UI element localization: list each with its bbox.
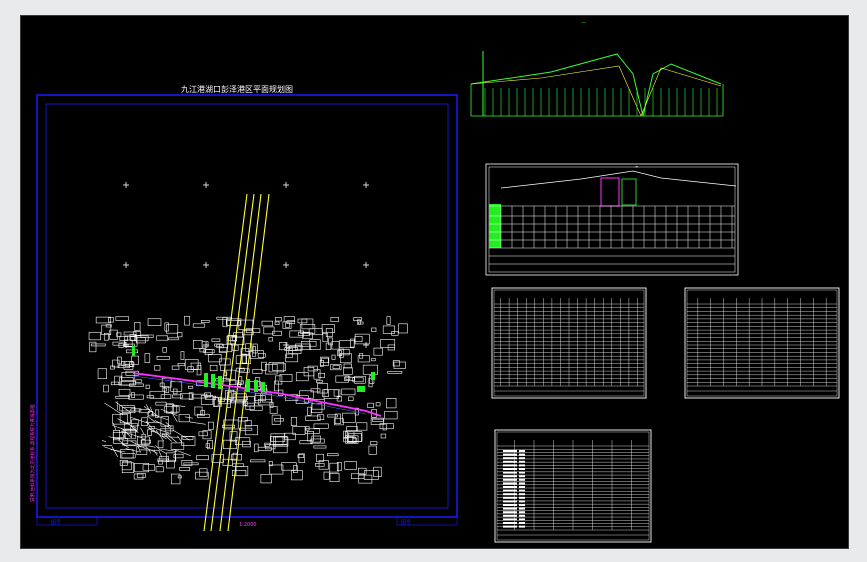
tables-layer [491,287,840,543]
plan-side-note: 说明:坐标系统为北京坐标系,高程系统为黄海高程 [29,404,36,502]
cad-drawing-canvas[interactable]: 九江港湖口彭泽港区平面规划图 说明:坐标系统为北京坐标系,高程系统为黄海高程 1… [20,15,849,549]
plan-title: 九江港湖口彭泽港区平面规划图 [181,84,293,94]
plan-scale-label: 1:2000 [239,522,257,528]
plan-sheet: 九江港湖口彭泽港区平面规划图 说明:坐标系统为北京坐标系,高程系统为黄海高程 1… [29,84,458,532]
svg-text:—: — [581,20,586,26]
profile-green: — [470,20,724,117]
drawing-svg: 九江港湖口彭泽港区平面规划图 说明:坐标系统为北京坐标系,高程系统为黄海高程 1… [29,20,840,543]
road-lines [203,193,270,532]
cad-viewport-frame: 九江港湖口彭泽港区平面规划图 说明:坐标系统为北京坐标系,高程系统为黄海高程 1… [0,0,867,562]
buildings-layer [88,315,408,485]
grid-crosses [123,182,369,348]
svg-text:≡: ≡ [635,164,638,169]
section-sheet: ≡ [485,163,739,276]
